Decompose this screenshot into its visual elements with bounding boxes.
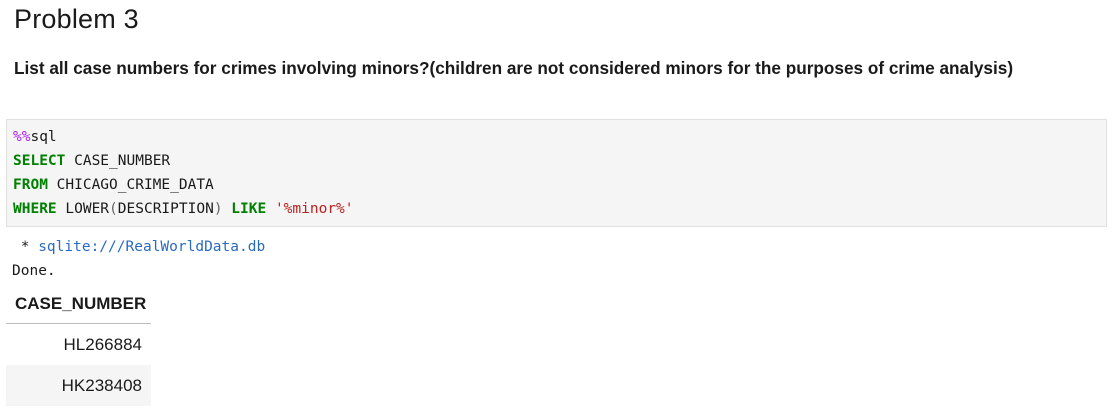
function-lower: LOWER (56, 201, 110, 217)
problem-question: List all case numbers for crimes involvi… (14, 58, 1014, 78)
code-line-from: FROM CHICAGO_CRIME_DATA (13, 175, 214, 195)
keyword-where: WHERE (13, 201, 57, 217)
from-table: CHICAGO_CRIME_DATA (47, 177, 214, 193)
table-row: HK238408 (6, 365, 151, 406)
function-arg: DESCRIPTION (117, 201, 214, 217)
connection-link[interactable]: sqlite:///RealWorldData.db (38, 239, 265, 255)
like-pattern: '%minor%' (274, 201, 354, 217)
code-line-magic: %%sql (13, 127, 57, 147)
code-line-select: SELECT CASE_NUMBER (13, 151, 170, 171)
connection-bullet: * (12, 239, 39, 255)
keyword-select: SELECT (13, 153, 66, 169)
column-header-case-number: CASE_NUMBER (6, 283, 151, 324)
paren-open: ( (109, 201, 118, 217)
magic-command: sql (30, 129, 57, 145)
select-column: CASE_NUMBER (65, 153, 171, 169)
table-row: HL266884 (63, 335, 142, 354)
keyword-from: FROM (13, 177, 48, 193)
result-table: CASE_NUMBER HL266884 HK238408 (6, 283, 151, 406)
code-cell[interactable]: %%sql SELECT CASE_NUMBER FROM CHICAGO_CR… (6, 119, 1107, 227)
status-text: Done. (12, 263, 56, 279)
connection-line: * sqlite:///RealWorldData.db (12, 237, 265, 257)
code-line-where: WHERE LOWER(DESCRIPTION) LIKE '%minor%' (13, 199, 354, 219)
magic-prefix: %% (13, 129, 31, 145)
keyword-like: LIKE (231, 201, 267, 217)
notebook-page: Problem 3 List all case numbers for crim… (0, 0, 1117, 412)
paren-close: ) (213, 201, 223, 217)
problem-heading: Problem 3 (14, 4, 139, 34)
